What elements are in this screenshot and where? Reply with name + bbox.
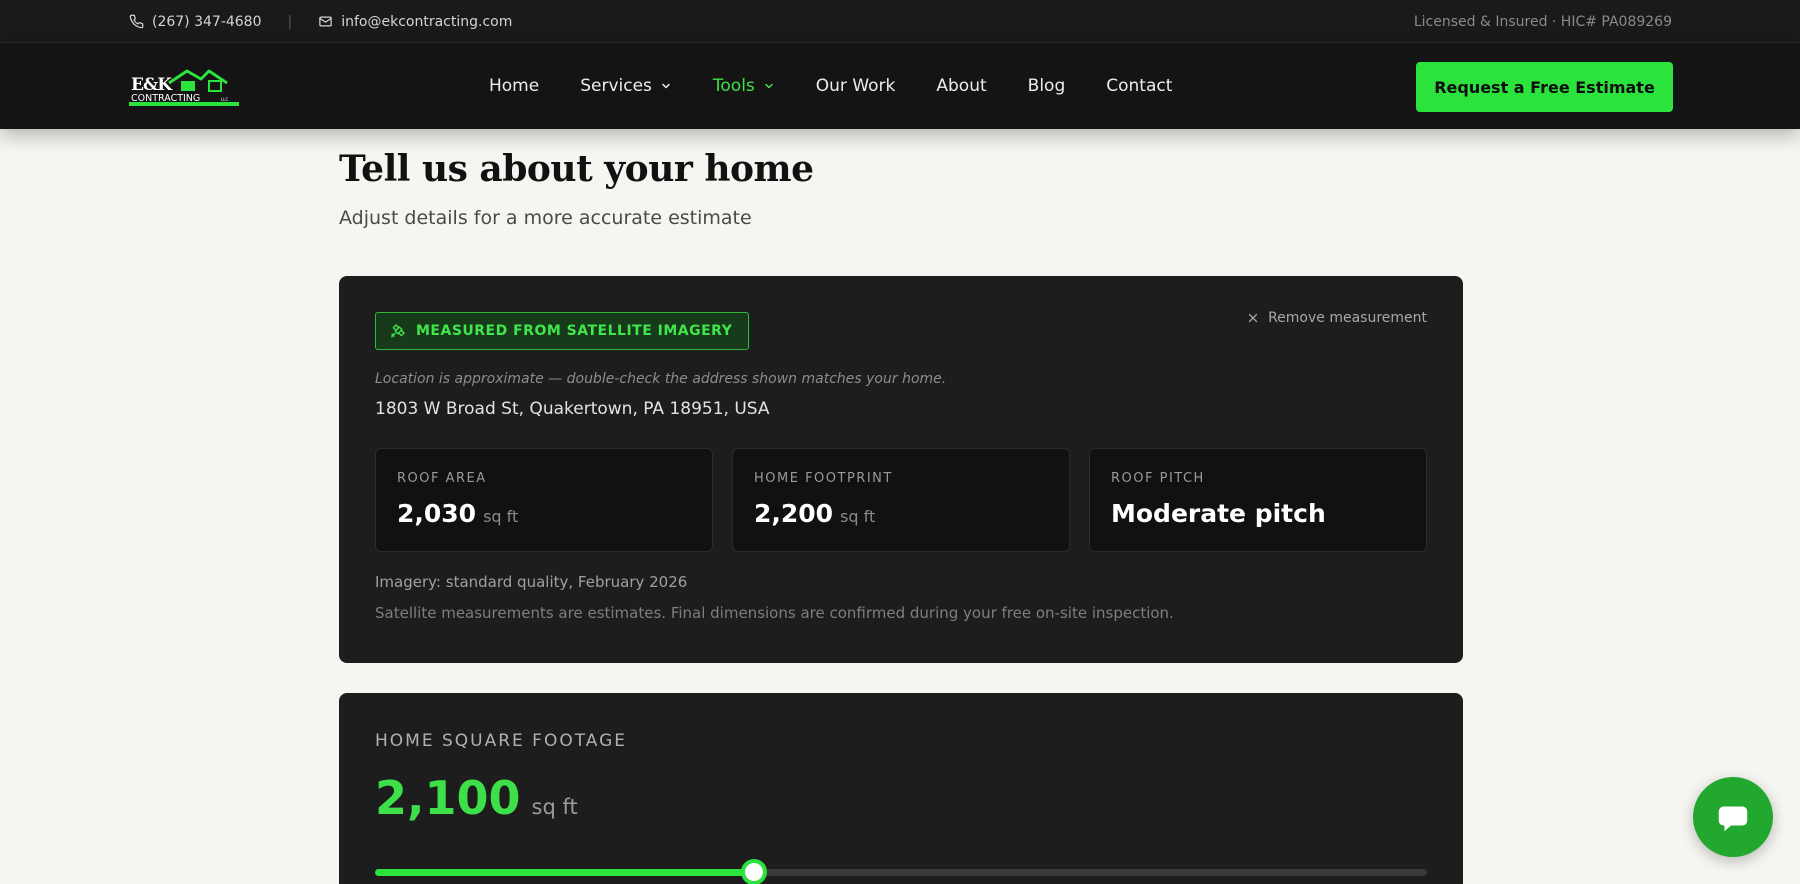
stat-home-footprint: HOME FOOTPRINT 2,200 sq ft [732,448,1070,552]
stat-value: Moderate pitch [1111,499,1326,528]
stat-label: ROOF PITCH [1111,471,1205,486]
nav-blog[interactable]: Blog [1028,76,1066,96]
top-utility-bar: (267) 347-4680 | info@ekcontracting.com … [0,0,1800,43]
nav-about-label: About [936,76,987,96]
svg-text:CONTRACTING: CONTRACTING [131,93,200,104]
nav-tools-label: Tools [712,76,755,96]
license-info: Licensed & Insured · HIC# PA089269 [1413,13,1672,30]
nav-services-label: Services [580,76,652,96]
stat-number: Moderate pitch [1111,499,1326,528]
stat-roof-pitch: ROOF PITCH Moderate pitch [1089,448,1427,552]
stat-unit: sq ft [840,507,876,526]
nav-about[interactable]: About [936,76,986,96]
stat-label: HOME FOOTPRINT [754,471,893,486]
slider-fill [375,869,754,876]
square-footage-label: HOME SQUARE FOOTAGE [375,731,628,751]
square-footage-slider[interactable] [375,859,1427,884]
contact-info: (267) 347-4680 | info@ekcontracting.com [129,0,512,43]
measurement-disclaimer: Satellite measurements are estimates. Fi… [375,604,1174,622]
nav-tools[interactable]: Tools [713,76,775,96]
square-footage-number: 2,100 [375,771,521,825]
phone-number: (267) 347-4680 [152,13,262,30]
svg-text:E&K: E&K [131,75,173,95]
satellite-badge: MEASURED FROM SATELLITE IMAGERY [375,312,750,350]
slider-thumb[interactable] [740,859,767,884]
close-icon [1248,313,1258,323]
nav-contact[interactable]: Contact [1106,76,1172,96]
phone-icon [129,14,144,29]
nav-blog-label: Blog [1027,76,1066,96]
chat-bubble-icon [1718,806,1748,832]
page-title: Tell us about your home [339,148,814,190]
satellite-measurement-card: MEASURED FROM SATELLITE IMAGERY Remove m… [339,276,1463,663]
stat-label: ROOF AREA [397,471,487,486]
square-footage-value: 2,100 sq ft [375,771,578,825]
nav-contact-label: Contact [1106,76,1173,96]
nav-home-label: Home [489,76,540,96]
chevron-down-icon [765,83,773,89]
svg-text:LLC: LLC [221,97,228,102]
stat-value: 2,200 sq ft [754,499,875,528]
location-note: Location is approximate — double-check t… [375,371,947,387]
nav-home[interactable]: Home [489,76,539,96]
page-subtitle: Adjust details for a more accurate estim… [339,207,752,229]
stat-value: 2,030 sq ft [397,499,518,528]
stat-roof-area: ROOF AREA 2,030 sq ft [375,448,713,552]
satellite-icon [391,324,405,338]
divider: | [287,13,293,30]
primary-nav: Home Services Tools Our Work About Blog … [489,43,1172,129]
remove-measurement-label: Remove measurement [1268,310,1427,326]
nav-our-work[interactable]: Our Work [816,76,896,96]
remove-measurement-button[interactable]: Remove measurement [1247,310,1427,326]
email-link[interactable]: info@ekcontracting.com [318,14,512,30]
satellite-badge-label: MEASURED FROM SATELLITE IMAGERY [416,323,733,339]
measured-address: 1803 W Broad St, Quakertown, PA 18951, U… [375,399,770,419]
nav-our-work-label: Our Work [815,76,896,96]
chevron-down-icon [662,83,670,89]
email-address: info@ekcontracting.com [341,13,513,30]
stat-unit: sq ft [483,507,519,526]
imagery-info: Imagery: standard quality, February 2026 [375,573,688,591]
company-logo[interactable]: E&K CONTRACTING LLC [129,63,241,109]
mail-icon [319,16,332,27]
square-footage-card: HOME SQUARE FOOTAGE 2,100 sq ft [339,693,1463,884]
stat-number: 2,030 [397,499,477,528]
phone-link[interactable]: (267) 347-4680 [129,14,262,30]
main-navbar: E&K CONTRACTING LLC Home Services Tools … [0,43,1800,129]
square-footage-unit: sq ft [531,795,578,819]
stat-number: 2,200 [754,499,834,528]
chat-widget-button[interactable] [1693,777,1773,857]
request-estimate-button[interactable]: Request a Free Estimate [1416,62,1673,112]
nav-services[interactable]: Services [580,76,672,96]
